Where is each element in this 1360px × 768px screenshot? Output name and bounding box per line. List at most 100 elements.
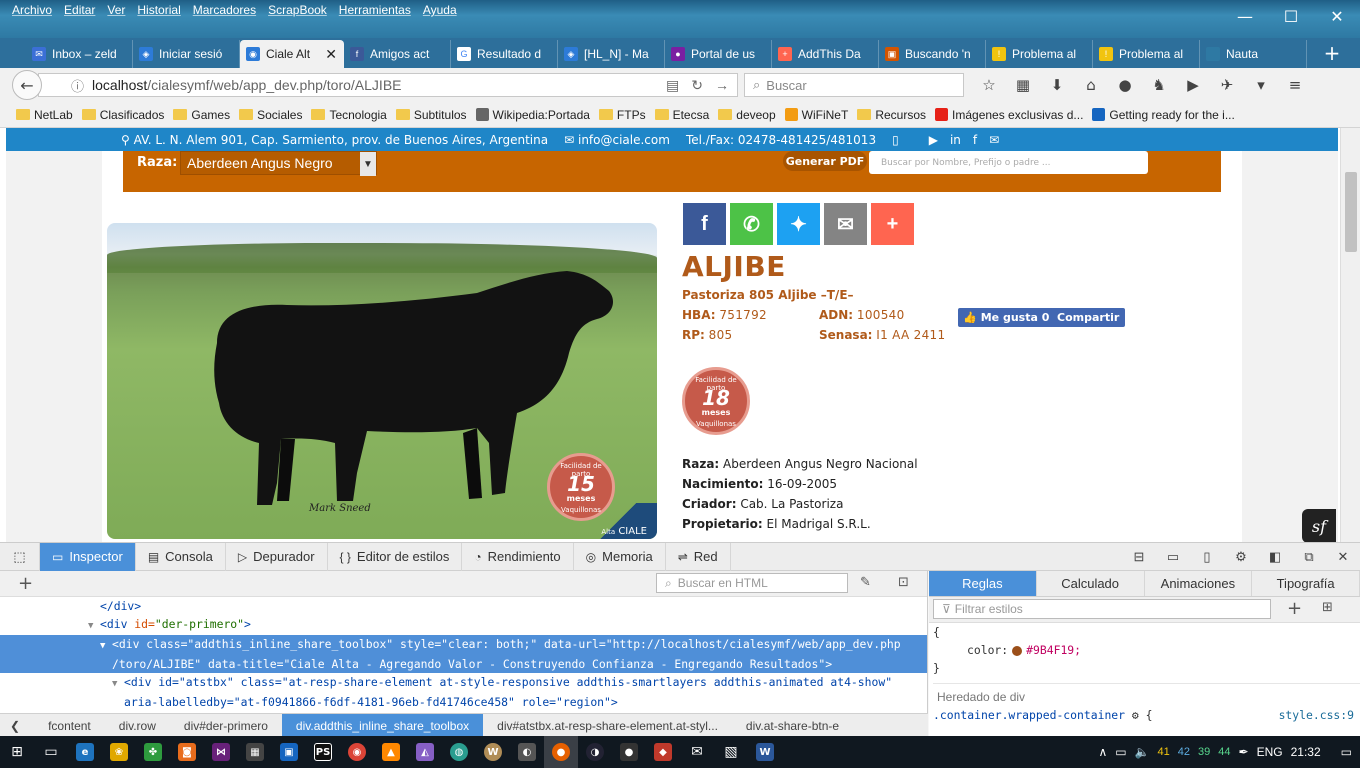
hamburger-menu-icon[interactable]: ≡	[1278, 74, 1312, 96]
add-node-icon[interactable]: +	[18, 573, 33, 594]
overflow-icon[interactable]: ▾	[1244, 74, 1278, 96]
filter-styles-input[interactable]: ⊽ Filtrar estilos	[933, 599, 1271, 619]
menu-ver[interactable]: Ver	[101, 3, 131, 17]
expand-triangle-icon[interactable]: ▼	[100, 637, 112, 655]
task-view-icon[interactable]: ▭	[34, 736, 68, 768]
share-twitter-button[interactable]: ✦	[777, 203, 820, 245]
browser-tab[interactable]: + AddThis Da	[772, 40, 879, 68]
menu-ayuda[interactable]: Ayuda	[417, 3, 463, 17]
menu-herramientas[interactable]: Herramientas	[333, 3, 417, 17]
youtube-icon[interactable]: ▶	[1176, 74, 1210, 96]
tab-memory[interactable]: ◎ Memoria	[574, 542, 666, 571]
bookmark-item[interactable]: FTPs	[598, 108, 646, 122]
browser-tab[interactable]: ! Problema al	[1093, 40, 1200, 68]
menu-editar[interactable]: Editar	[58, 3, 101, 17]
tab-rules[interactable]: Reglas	[929, 571, 1037, 596]
browser-tab[interactable]: ◈ [HL_N] - Ma	[558, 40, 665, 68]
url-bar[interactable]: ⓘ localhost/cialesymf/web/app_dev.php/to…	[38, 73, 738, 97]
bookmark-item[interactable]: NetLab	[16, 108, 73, 122]
menu-scrapbook[interactable]: ScrapBook	[262, 3, 333, 17]
share-email-button[interactable]: ✉	[824, 203, 867, 245]
clock[interactable]: 21:32	[1291, 745, 1321, 759]
bookmark-item[interactable]: Games	[173, 108, 230, 122]
visual-studio-icon[interactable]: ⋈	[204, 736, 238, 768]
dropdown-arrow-icon[interactable]: →	[715, 77, 729, 94]
reader-view-icon[interactable]: ▤	[666, 77, 679, 94]
stylesheet-link[interactable]: style.css:9	[1279, 706, 1360, 724]
menu-historial[interactable]: Historial	[131, 3, 186, 17]
downloads-icon[interactable]: ⬇	[1040, 74, 1074, 96]
bookmark-item[interactable]: Wikipedia:Portada	[475, 108, 590, 122]
browser-tab[interactable]: ◉ Ciale Alt ✕	[240, 40, 344, 68]
wow-icon[interactable]: W	[476, 736, 510, 768]
symfony-toolbar-icon[interactable]: sf	[1302, 509, 1336, 542]
frame-select-icon[interactable]: ⊟	[1122, 549, 1156, 565]
breadcrumb-scroll-left-icon[interactable]: ❮	[0, 714, 34, 737]
windows-start-icon[interactable]: ⊞	[0, 736, 34, 768]
markup-line-selected[interactable]: /toro/ALJIBE" data-title="Ciale Alta - A…	[0, 655, 927, 673]
vlc-icon[interactable]: ▲	[374, 736, 408, 768]
bookmark-item[interactable]: Sociales	[239, 108, 302, 122]
eyedropper-icon[interactable]: ✎	[860, 575, 871, 590]
clover-app-icon[interactable]: ✤	[136, 736, 170, 768]
library-icon[interactable]: ▦	[1006, 74, 1040, 96]
extension-icon[interactable]: ●	[1108, 74, 1142, 96]
css-declaration[interactable]: color: #9B4F19;	[933, 641, 1360, 659]
home-icon[interactable]: ⌂	[1074, 74, 1108, 96]
menu-archivo[interactable]: Archivo	[6, 3, 58, 17]
calendar-app-icon[interactable]: ▦	[238, 736, 272, 768]
minimize-icon[interactable]: —	[1222, 0, 1268, 32]
tab-computed[interactable]: Calculado	[1037, 571, 1145, 596]
paw-app-icon[interactable]: ❀	[102, 736, 136, 768]
email-text[interactable]: info@ciale.com	[578, 133, 670, 147]
tab-debugger[interactable]: ▷ Depurador	[226, 542, 328, 571]
markup-line-selected[interactable]: ▼ <div class="addthis_inline_share_toolbo…	[0, 635, 927, 655]
browser-tab[interactable]: G Resultado d	[451, 40, 558, 68]
breadcrumb-item[interactable]: div#der-primero	[170, 714, 282, 737]
maximize-icon[interactable]: ☐	[1268, 0, 1314, 32]
tab-network[interactable]: ⇌ Red	[666, 542, 731, 571]
firefox-icon[interactable]: ●	[544, 736, 578, 768]
breadcrumb-item[interactable]: div#atstbx.at-resp-share-element.at-styl…	[483, 714, 732, 737]
share-whatsapp-button[interactable]: ✆	[730, 203, 773, 245]
generate-pdf-button[interactable]: Generar PDF	[783, 151, 867, 171]
menu-marcadores[interactable]: Marcadores	[187, 3, 262, 17]
page-scrollbar[interactable]	[1340, 128, 1360, 542]
dock-side-icon[interactable]: ◧	[1258, 549, 1292, 565]
chrome-icon[interactable]: ◉	[340, 736, 374, 768]
breadcrumb-item[interactable]: div.at-share-btn-e	[732, 714, 853, 737]
network-tray-icon[interactable]: ▭	[1115, 745, 1126, 759]
gear-icon[interactable]: ⚙	[1132, 708, 1139, 722]
photos-app-icon[interactable]: ▧	[714, 736, 748, 768]
close-devtools-icon[interactable]: ✕	[1326, 549, 1360, 565]
pen-icon[interactable]: ✒	[1239, 745, 1249, 759]
separate-window-icon[interactable]: ⧉	[1292, 549, 1326, 565]
back-button[interactable]: ←	[12, 70, 42, 100]
split-console-icon[interactable]: ▭	[1156, 549, 1190, 565]
facebook-share-button[interactable]: Compartir	[1051, 308, 1126, 327]
steam-icon[interactable]: ◐	[510, 736, 544, 768]
globe-app-icon[interactable]: ◍	[442, 736, 476, 768]
vs-purple-icon[interactable]: ◭	[408, 736, 442, 768]
browser-tab[interactable]: Nauta	[1200, 40, 1307, 68]
bookmark-item[interactable]: deveop	[718, 108, 776, 122]
browser-tab[interactable]: ▣ Buscando 'n	[879, 40, 986, 68]
css-selector[interactable]: .container.wrapped-container	[933, 708, 1125, 722]
mail-app-icon[interactable]: ✉	[680, 736, 714, 768]
browser-tab[interactable]: ◈ Iniciar sesió	[133, 40, 240, 68]
close-tab-icon[interactable]: ✕	[325, 46, 337, 63]
bookmark-item[interactable]: Etecsa	[654, 108, 709, 122]
class-toggle-icon[interactable]: ⊞	[1322, 600, 1333, 615]
tab-console[interactable]: ▤ Consola	[136, 542, 226, 571]
dark-app-icon[interactable]: ◑	[578, 736, 612, 768]
tab-style-editor[interactable]: { } Editor de estilos	[328, 542, 463, 571]
red-app-icon[interactable]: ◆	[646, 736, 680, 768]
linkedin-icon[interactable]: in	[950, 133, 961, 147]
tab-fonts[interactable]: Tipografía	[1252, 571, 1360, 596]
notifications-icon[interactable]: ▭	[1341, 745, 1352, 759]
word-icon[interactable]: W	[748, 736, 782, 768]
bookmark-star-icon[interactable]: ☆	[972, 74, 1006, 96]
bookmark-item[interactable]: WiFiNeT	[784, 108, 848, 122]
volume-icon[interactable]: 🔈	[1135, 745, 1150, 759]
orange-app-icon[interactable]: ◙	[170, 736, 204, 768]
